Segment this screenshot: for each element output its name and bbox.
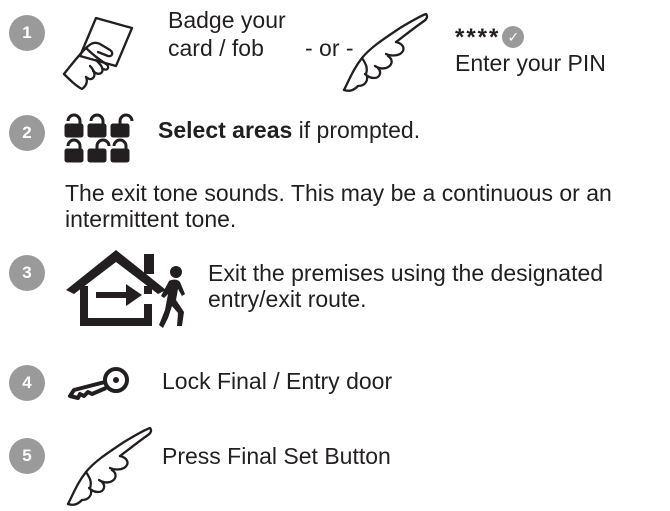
step-2-label-rest: if prompted. <box>292 117 421 143</box>
step-1-badge-label: Badge your <box>168 7 286 33</box>
step-1-number: 1 <box>9 15 45 51</box>
pointing-hand-icon-step-5 <box>66 426 153 506</box>
step-5-number: 5 <box>9 438 45 474</box>
step-4-instruction: Lock Final / Entry door <box>162 368 393 394</box>
padlock-icons <box>64 113 134 163</box>
step-1-badge-label-2: card / fob <box>168 35 264 61</box>
exit-tone-note: The exit tone sounds. This may be a cont… <box>65 180 612 232</box>
step-3-number: 3 <box>9 255 45 291</box>
card-in-hand-icon <box>62 16 134 91</box>
key-icon <box>68 367 129 400</box>
enter-tick-icon: ✓ <box>502 26 525 48</box>
step-2-number: 2 <box>9 115 45 151</box>
step-2-label-bold: Select areas <box>158 117 293 143</box>
pointing-hand-icon <box>342 12 429 92</box>
step-5-instruction: Press Final Set Button <box>162 443 391 469</box>
step-2-instruction: Select areas if prompted. <box>158 117 420 143</box>
pin-mask-row: **** ✓ <box>455 24 525 52</box>
step-4-number: 4 <box>9 365 45 401</box>
exit-house-icon <box>66 250 185 328</box>
step-1-enter-label: Enter your PIN <box>455 50 606 76</box>
step-3-instruction: Exit the premises using the designated e… <box>208 260 604 312</box>
pin-mask: **** <box>455 24 501 51</box>
